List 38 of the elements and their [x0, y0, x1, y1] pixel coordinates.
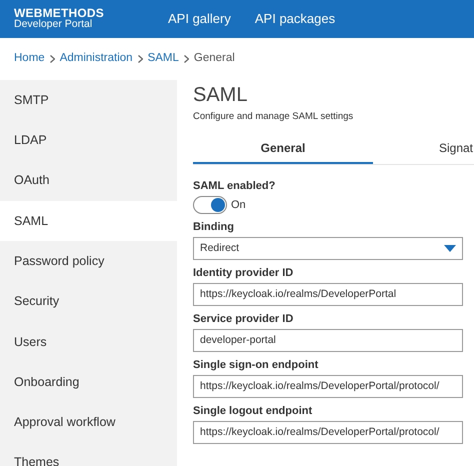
page-title: SAML [193, 83, 248, 107]
field-label: Identity provider ID [193, 266, 294, 280]
logo-title: WEBMETHODS [14, 7, 104, 20]
toggle-switch[interactable] [193, 196, 227, 214]
sidebar-item[interactable]: Onboarding [0, 362, 177, 402]
toggle-state: On [231, 198, 246, 213]
sidebar-item[interactable]: LDAP [0, 120, 177, 161]
sidebar-item[interactable]: OAuth [0, 160, 177, 201]
breadcrumb-link[interactable]: Home [14, 50, 45, 68]
logo-subtitle: Developer Portal [14, 19, 94, 31]
nav-link[interactable]: API gallery [168, 9, 231, 29]
sidebar-item[interactable]: SAML [0, 200, 177, 242]
input-field[interactable]: developer-portal [193, 329, 463, 352]
chevron-right-icon [138, 55, 143, 63]
tab[interactable]: General [193, 134, 373, 164]
sidebar-item[interactable]: SMTP [0, 80, 177, 120]
input-field[interactable]: https://keycloak.io/realms/DeveloperPortal/protocol/ [193, 421, 463, 444]
field-label: Binding [193, 220, 235, 234]
sidebar-item[interactable]: Approval workflow [0, 402, 177, 443]
sidebar-item[interactable]: Password policy [0, 241, 177, 282]
tab[interactable]: Signat [373, 134, 473, 164]
sidebar-item[interactable]: Security [0, 281, 177, 322]
field-label: Single sign-on endpoint [193, 358, 320, 372]
dropdown-caret-icon [444, 245, 456, 252]
input-field[interactable]: https://keycloak.io/realms/DeveloperPortal/protocol/ [193, 375, 463, 398]
breadcrumb-link[interactable]: Administration [60, 50, 133, 68]
sidebar-item[interactable]: Users [0, 322, 177, 362]
breadcrumb-current: General [194, 51, 235, 66]
input-field[interactable]: https://keycloak.io/realms/DeveloperPortal [193, 283, 463, 306]
select-field[interactable]: Redirect [193, 237, 463, 260]
chevron-right-icon [184, 55, 189, 63]
page-subtitle: Configure and manage SAML settings [193, 110, 354, 124]
field-label: SAML enabled? [193, 179, 276, 194]
nav-link[interactable]: API packages [254, 9, 336, 29]
breadcrumb-link[interactable]: SAML [148, 50, 179, 68]
chevron-right-icon [50, 55, 55, 63]
field-label: Single logout endpoint [193, 404, 314, 418]
field-label: Service provider ID [193, 312, 294, 326]
